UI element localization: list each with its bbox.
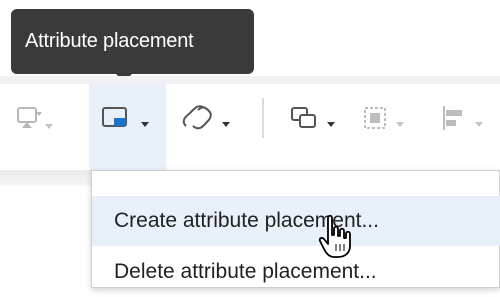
toolbar-top-border [0,76,500,84]
insert-frame-button[interactable] [6,84,78,170]
overlap-shapes-button[interactable] [280,84,355,170]
group-frame-icon [364,107,404,129]
toolbar-separator [262,98,264,138]
link-icon [182,105,230,130]
tooltip: Attribute placement [11,9,254,74]
align-left-button[interactable] [430,84,500,170]
delete-attribute-placement-label: Delete attribute placement... [114,260,377,283]
delete-attribute-placement-menu-item[interactable]: Delete attribute placement... [92,247,500,297]
group-frame-button[interactable] [355,84,425,170]
align-left-icon [443,106,483,130]
attribute-placement-icon [102,107,149,127]
attribute-placement-button[interactable] [89,84,166,170]
create-attribute-placement-menu-item[interactable]: Create attribute placement... [92,196,500,246]
tooltip-text: Attribute placement [25,30,194,52]
link-button[interactable] [166,84,248,170]
hand-cursor-icon [318,214,351,258]
overlap-shapes-icon [291,107,335,128]
toolbar [0,84,500,170]
insert-frame-icon [17,107,53,129]
dropdown-menu: Create attribute placement... Delete att… [91,170,500,288]
